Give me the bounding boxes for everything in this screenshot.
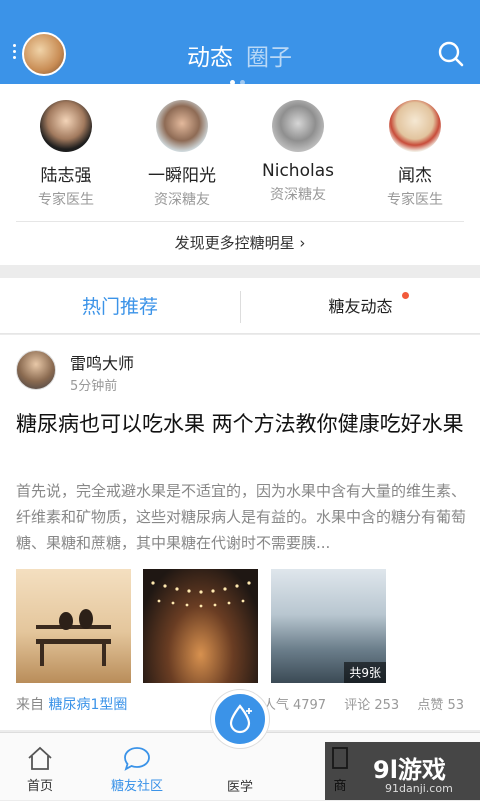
discover-more-link[interactable]: 发现更多控糖明星 › bbox=[16, 221, 464, 253]
post-title[interactable]: 糖尿病也可以吃水果 两个方法教你健康吃好水果 bbox=[16, 407, 468, 442]
watermark-url: 91danji.com bbox=[385, 782, 453, 795]
tab-community[interactable]: 糖友社区 bbox=[97, 733, 177, 801]
tab-community-label: 糖友社区 bbox=[110, 779, 163, 794]
feed-tabs: 热门推荐 糖友动态 bbox=[0, 278, 480, 334]
author-avatar[interactable] bbox=[16, 350, 56, 390]
tab-dongtai[interactable]: 动态 bbox=[187, 38, 233, 72]
like-count[interactable]: 点赞 53 bbox=[417, 698, 464, 713]
post-image[interactable]: 共9张 bbox=[271, 569, 386, 683]
star-avatar bbox=[389, 100, 441, 152]
star-name: Nicholas bbox=[262, 161, 334, 181]
star-role: 专家医生 bbox=[38, 192, 94, 208]
tab-home-label: 首页 bbox=[26, 779, 53, 794]
street-lights-photo bbox=[151, 581, 251, 608]
star-name: 闻杰 bbox=[398, 166, 432, 186]
watermark-logo: 9l游戏 bbox=[373, 756, 446, 784]
user-avatar[interactable] bbox=[22, 32, 66, 76]
circle-link[interactable]: 糖尿病1型圈 bbox=[48, 697, 127, 713]
top-app-bar: 动态 圈子 bbox=[0, 0, 480, 85]
star-card[interactable]: 闻杰 专家医生 bbox=[365, 100, 465, 209]
water-drop-icon bbox=[229, 704, 252, 734]
bench-couple-photo bbox=[36, 609, 111, 666]
image-count-badge: 共9张 bbox=[344, 662, 386, 683]
star-card[interactable]: 陆志强 专家医生 bbox=[16, 100, 116, 209]
star-avatar bbox=[272, 100, 324, 152]
star-role: 资深糖友 bbox=[270, 187, 326, 203]
site-watermark: 9l游戏 91danji.com bbox=[325, 742, 480, 800]
star-name: 一瞬阳光 bbox=[148, 166, 216, 186]
post-stats: 人气 4797 评论 253 点赞 53 bbox=[249, 694, 464, 713]
menu-dots-icon[interactable] bbox=[13, 44, 17, 62]
chat-bubble-icon bbox=[124, 747, 150, 771]
post-source: 来自 糖尿病1型圈 bbox=[16, 694, 127, 714]
star-name: 陆志强 bbox=[40, 166, 92, 186]
star-avatar bbox=[156, 100, 208, 152]
author-name[interactable]: 雷鸣大师 bbox=[70, 350, 134, 374]
tab-home[interactable]: 首页 bbox=[0, 733, 80, 801]
post-image[interactable] bbox=[143, 569, 258, 683]
search-icon[interactable] bbox=[437, 40, 465, 68]
tab-quanzi[interactable]: 圈子 bbox=[246, 38, 292, 72]
tab-medicine-label: 医学 bbox=[226, 780, 253, 795]
sugar-stars-section: 陆志强 专家医生 一瞬阳光 资深糖友 Nicholas 资深糖友 闻杰 专家医生… bbox=[0, 84, 480, 265]
star-avatar bbox=[40, 100, 92, 152]
unread-dot bbox=[402, 292, 409, 299]
popularity-count: 人气 4797 bbox=[262, 698, 327, 713]
home-icon bbox=[28, 746, 52, 770]
post-excerpt: 首先说，完全戒避水果是不适宜的，因为水果中含有大量的维生素、纤维素和矿物质，这些… bbox=[16, 482, 467, 552]
post-image[interactable] bbox=[16, 569, 131, 683]
star-card[interactable]: Nicholas 资深糖友 bbox=[248, 100, 348, 204]
post-time: 5分钟前 bbox=[70, 379, 118, 394]
post-card[interactable]: 雷鸣大师 5分钟前 糖尿病也可以吃水果 两个方法教你健康吃好水果 首先说，完全戒… bbox=[0, 335, 480, 730]
tab-friend-activity[interactable]: 糖友动态 bbox=[241, 278, 480, 334]
star-card[interactable]: 一瞬阳光 资深糖友 bbox=[132, 100, 232, 209]
comment-count[interactable]: 评论 253 bbox=[344, 698, 399, 713]
star-role: 资深糖友 bbox=[154, 192, 210, 208]
medicine-fab-button[interactable] bbox=[211, 690, 269, 748]
star-role: 专家医生 bbox=[387, 192, 443, 208]
from-label: 来自 bbox=[16, 697, 44, 713]
tab-hot-recommend[interactable]: 热门推荐 bbox=[0, 278, 240, 334]
